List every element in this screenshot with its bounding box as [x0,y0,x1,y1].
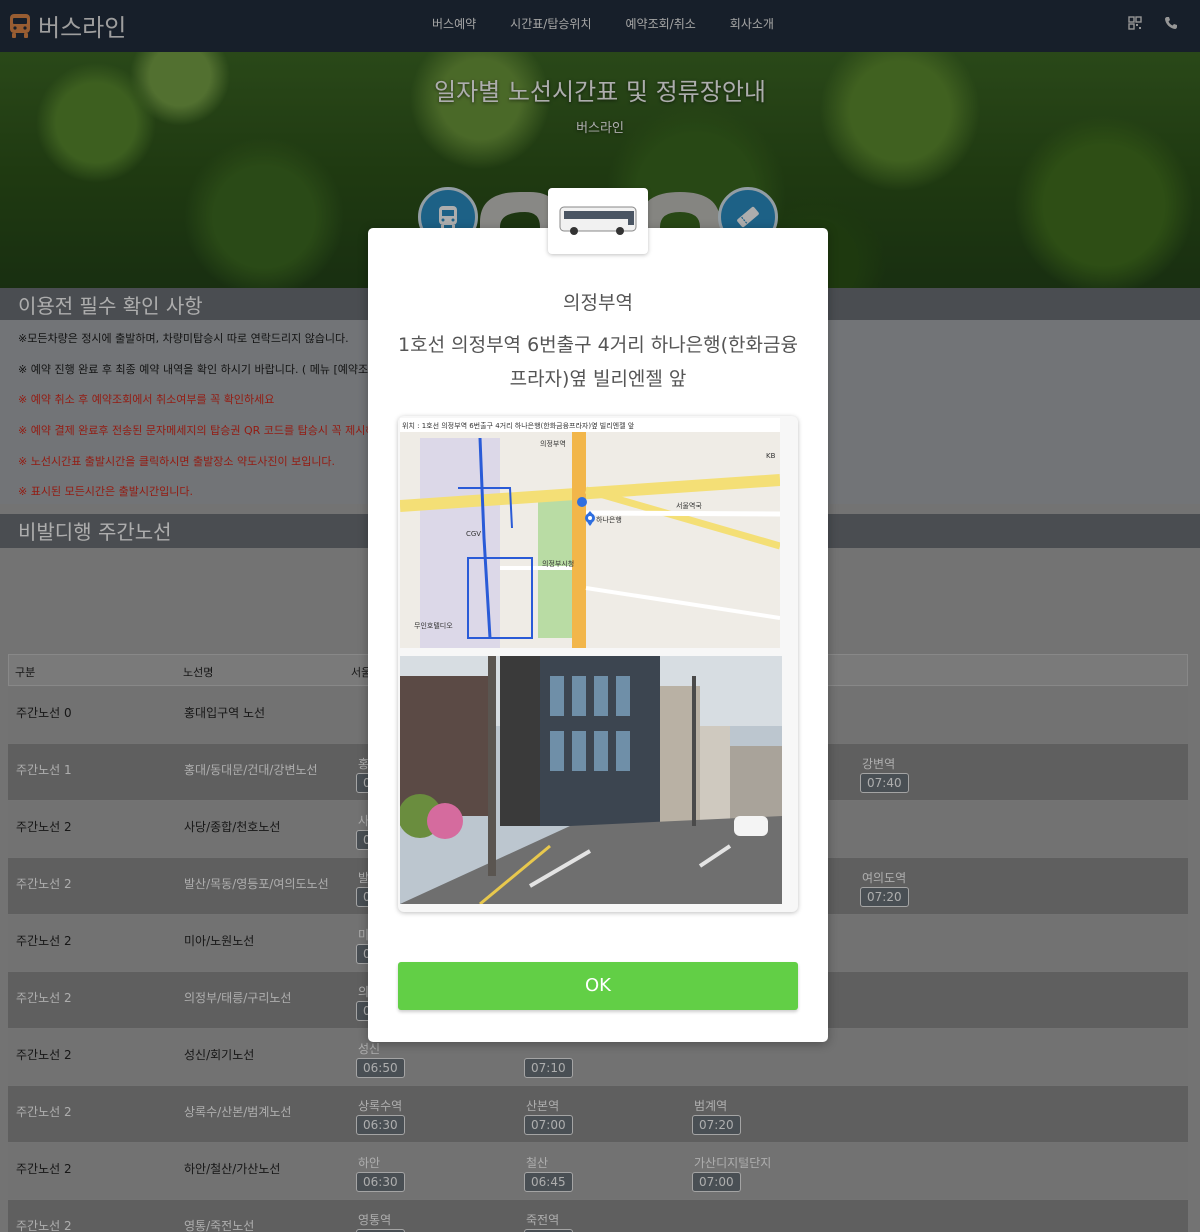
map-caption: 위치 : 1호선 의정부역 6번출구 4거리 하나은행(한화금융프라자)옆 빌리… [402,421,635,430]
modal-description: 1호선 의정부역 6번출구 4거리 하나은행(한화금융프라자)옆 빌리엔젤 앞 [398,334,798,390]
stop-info-modal: 의정부역 1호선 의정부역 6번출구 4거리 하나은행(한화금융프라자)옆 빌리… [368,228,828,1042]
street-view-photo[interactable] [400,656,782,904]
map-label: KB [766,452,776,460]
modal-title: 의정부역 [563,292,633,314]
coach-bus-icon [559,206,637,235]
map-label: 서울역국 [676,501,702,510]
map-label: 의정부시청 [542,559,574,568]
modal-bus-image [548,188,648,254]
location-map[interactable]: 위치 : 1호선 의정부역 6번출구 4거리 하나은행(한화금융프라자)옆 빌리… [400,418,780,648]
ok-button[interactable]: OK [398,962,798,1010]
location-card: 위치 : 1호선 의정부역 6번출구 4거리 하나은행(한화금융프라자)옆 빌리… [398,416,798,912]
map-label: CGV [466,530,481,538]
map-label: 의정부역 [540,439,566,448]
map-label: 무인호텔디오 [414,621,453,630]
map-label: 하나은행 [596,515,622,524]
